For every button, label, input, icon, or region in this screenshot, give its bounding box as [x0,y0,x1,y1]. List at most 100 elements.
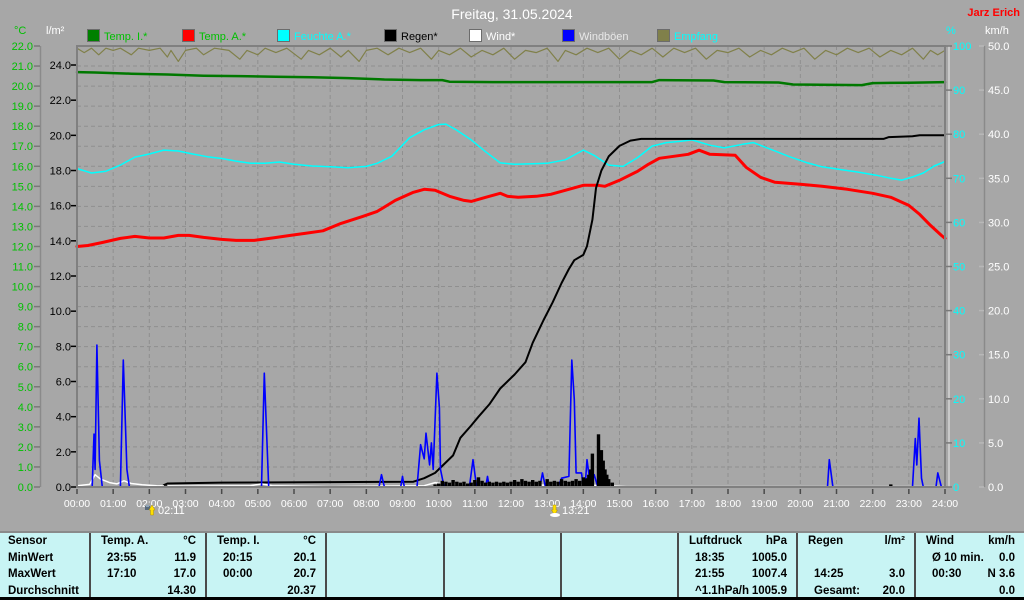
svg-text:2.0: 2.0 [56,447,71,459]
svg-text:14.0: 14.0 [50,236,71,248]
svg-text:01:00: 01:00 [100,498,126,510]
svg-text:10:00: 10:00 [426,498,452,510]
svg-text:10: 10 [953,438,965,450]
value-number: 1007.4 [752,566,787,583]
svg-text:25.0: 25.0 [988,262,1009,274]
svg-text:60: 60 [953,217,965,229]
table-group-header: Windkm/h [916,533,1024,550]
value-time [808,550,814,567]
svg-text:23:00: 23:00 [896,498,922,510]
svg-text:8.0: 8.0 [18,322,33,334]
svg-text:20:00: 20:00 [787,498,813,510]
sensor-name: Wind [926,533,954,550]
svg-text:04:00: 04:00 [209,498,235,510]
svg-text:20.0: 20.0 [50,130,71,142]
value-time [455,566,461,583]
svg-text:24:00: 24:00 [932,498,958,510]
svg-text:12.0: 12.0 [50,271,71,283]
value-time [455,550,461,567]
svg-text:15.0: 15.0 [12,181,33,193]
chart-canvas: 0.01.02.03.04.05.06.07.08.09.010.011.012… [0,0,1024,530]
svg-text:80: 80 [953,129,965,141]
sensor-unit: °C [183,533,196,550]
svg-text:18.0: 18.0 [12,121,33,133]
table-data-row: 18:351005.0 [679,550,796,567]
svg-text:14.0: 14.0 [12,201,33,213]
svg-text:3.0: 3.0 [18,422,33,434]
series-regen-rate [164,434,893,487]
svg-text:35.0: 35.0 [988,173,1009,185]
svg-text:8.0: 8.0 [56,341,71,353]
svg-text:16.0: 16.0 [12,161,33,173]
svg-text:18:00: 18:00 [715,498,741,510]
svg-text:10.0: 10.0 [988,394,1009,406]
axis-kmh: 0.05.010.015.020.025.030.035.040.045.050… [979,41,1009,494]
event-marker-1321: 13:21 [548,504,590,517]
sensor-name: Temp. A. [101,533,148,550]
svg-text:4.0: 4.0 [18,402,33,414]
svg-text:5.0: 5.0 [988,438,1003,450]
value-time: Ø 10 min. [926,550,984,567]
svg-text:90: 90 [953,85,965,97]
svg-text:16.0: 16.0 [50,201,71,213]
value-time: 23:55 [101,550,136,567]
value-time [572,566,578,583]
sensor-unit: hPa [766,533,787,550]
value-number: N 3.6 [988,566,1016,583]
table-data-row: 00:30 N 3.6 [916,566,1024,583]
svg-text:09:00: 09:00 [389,498,415,510]
value-time: 00:00 [217,566,252,583]
table-data-row [445,566,560,583]
svg-text:100: 100 [953,41,971,53]
svg-text:1.0: 1.0 [18,462,33,474]
svg-text:10.0: 10.0 [50,306,71,318]
axis-lm: 0.02.04.06.08.010.012.014.016.018.020.02… [50,60,76,494]
svg-text:15:00: 15:00 [606,498,632,510]
sensor-name: Temp. I. [217,533,260,550]
svg-text:20: 20 [953,394,965,406]
table-data-row [798,550,914,567]
weather-station-app: Freitag, 31.05.2024 Jarz Erich °C l/m² %… [0,0,1024,600]
table-group-luftdruck: LuftdruckhPa18:351005.021:551007.4^1.1hP… [677,533,796,599]
table-row-labels: SensorMinWertMaxWertDurchschnitt [0,533,89,599]
row-label-text: Sensor [8,533,47,550]
value-number: 11.9 [174,550,196,567]
svg-text:70: 70 [953,173,965,185]
event-marker-time: 02:11 [158,505,185,517]
table-row-label: MinWert [0,550,89,567]
row-label-text: MaxWert [8,566,56,583]
value-number: 17.0 [174,566,196,583]
svg-text:6.0: 6.0 [56,377,71,389]
svg-text:18.0: 18.0 [50,166,71,178]
table-group-temp--i-: Temp. I.°C20:1520.100:0020.720.37 [205,533,325,599]
value-time: 18:35 [689,550,724,567]
sunset-marker-icon [548,504,561,517]
svg-text:4.0: 4.0 [56,412,71,424]
table-group-empty-3 [443,533,560,599]
sensor-unit: °C [303,533,316,550]
svg-text:13.0: 13.0 [12,221,33,233]
svg-text:11.0: 11.0 [12,262,33,274]
sensor-name: Luftdruck [689,533,742,550]
table-group-temp--a-: Temp. A.°C23:5511.917:1017.014.30 [89,533,205,599]
svg-text:00:00: 00:00 [64,498,90,510]
svg-text:30: 30 [953,350,965,362]
value-number: 20.7 [294,566,316,583]
table-data-row [562,550,677,567]
svg-text:40.0: 40.0 [988,129,1009,141]
axis-C: 0.01.02.03.04.05.06.07.08.09.010.011.012… [12,41,41,494]
svg-text:6.0: 6.0 [18,362,33,374]
svg-text:40: 40 [953,306,965,318]
event-marker-0211: 02:11 [144,504,185,517]
svg-text:19.0: 19.0 [12,101,33,113]
value-time [572,550,578,567]
table-data-row: 00:00 20.7 [207,566,325,583]
x-axis: 00:0001:0002:0003:0004:0005:0006:0007:00… [64,489,958,510]
table-data-row: 17:1017.0 [91,566,205,583]
table-group-empty-2 [325,533,443,599]
svg-text:22.0: 22.0 [50,95,71,107]
svg-text:7.0: 7.0 [18,342,33,354]
table-group-wind: Windkm/hØ 10 min.0.000:30N 3.60.0 [914,533,1024,599]
svg-text:12.0: 12.0 [12,241,33,253]
value-time: 00:30 [926,566,961,583]
